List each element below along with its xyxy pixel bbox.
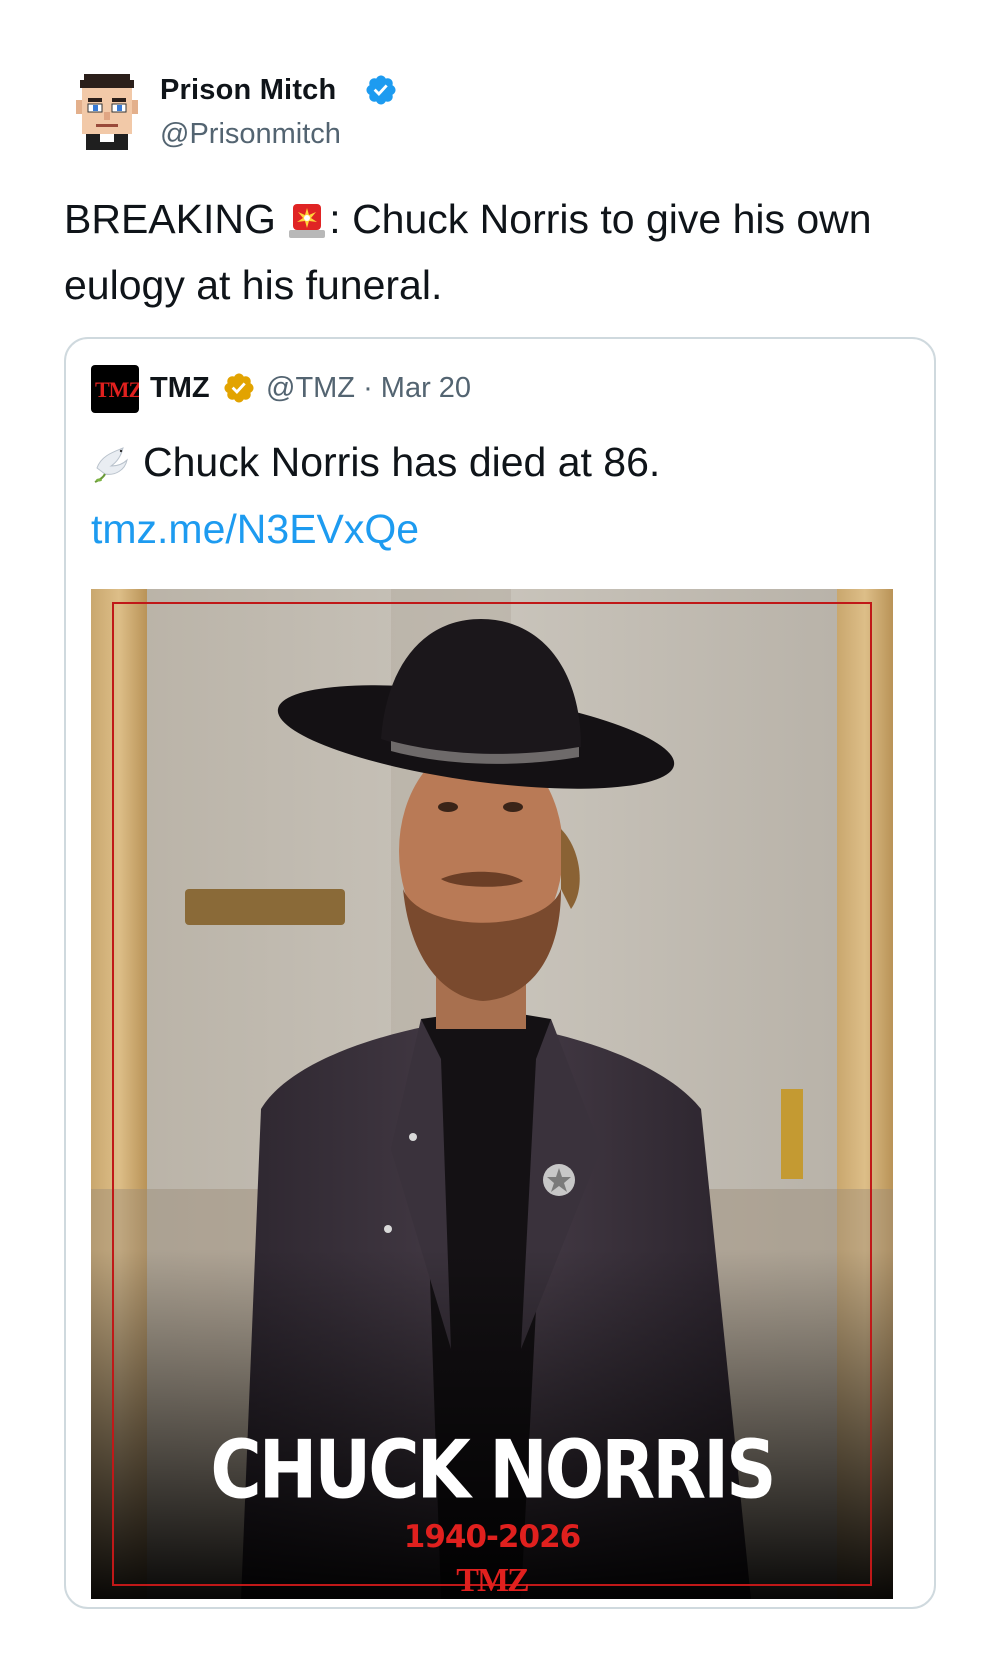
verified-badge-icon <box>366 75 396 105</box>
tweet-text-part: BREAKING <box>64 196 288 242</box>
quoted-tweet-link[interactable]: tmz.me/N3EVxQe <box>91 506 419 553</box>
author-name[interactable]: Prison Mitch <box>160 74 336 107</box>
tweet-text: BREAKING : Chuck Norris to give his own … <box>64 186 964 318</box>
quoted-handle-date[interactable]: @TMZ · Mar 20 <box>266 372 471 405</box>
quoted-tweet-text: Chuck Norris has died at 86. <box>91 439 660 486</box>
siren-icon <box>289 204 326 238</box>
quoted-tweet-image[interactable]: CHUCK NORRIS 1940-2026 TMZ <box>91 589 893 1599</box>
profile-avatar[interactable] <box>76 74 138 150</box>
image-dates: 1940-2026 <box>403 1519 581 1555</box>
quoted-avatar[interactable]: TMZ <box>91 365 139 413</box>
tweet: Prison Mitch @Prisonmitch BREAKING : Chu… <box>0 0 1000 1674</box>
quoted-tweet-text-content: Chuck Norris has died at 86. <box>143 439 661 485</box>
image-brand-logo: TMZ <box>456 1562 529 1599</box>
quoted-avatar-text: TMZ <box>95 377 139 402</box>
dove-icon <box>94 447 128 483</box>
author-handle[interactable]: @Prisonmitch <box>160 118 341 151</box>
image-title: CHUCK NORRIS <box>210 1422 776 1518</box>
quoted-author-name[interactable]: TMZ <box>150 372 210 405</box>
quoted-tweet-card[interactable]: TMZ TMZ @TMZ · Mar 20 Chuck Norris has d… <box>64 337 936 1609</box>
gold-verified-badge-icon <box>224 373 254 403</box>
